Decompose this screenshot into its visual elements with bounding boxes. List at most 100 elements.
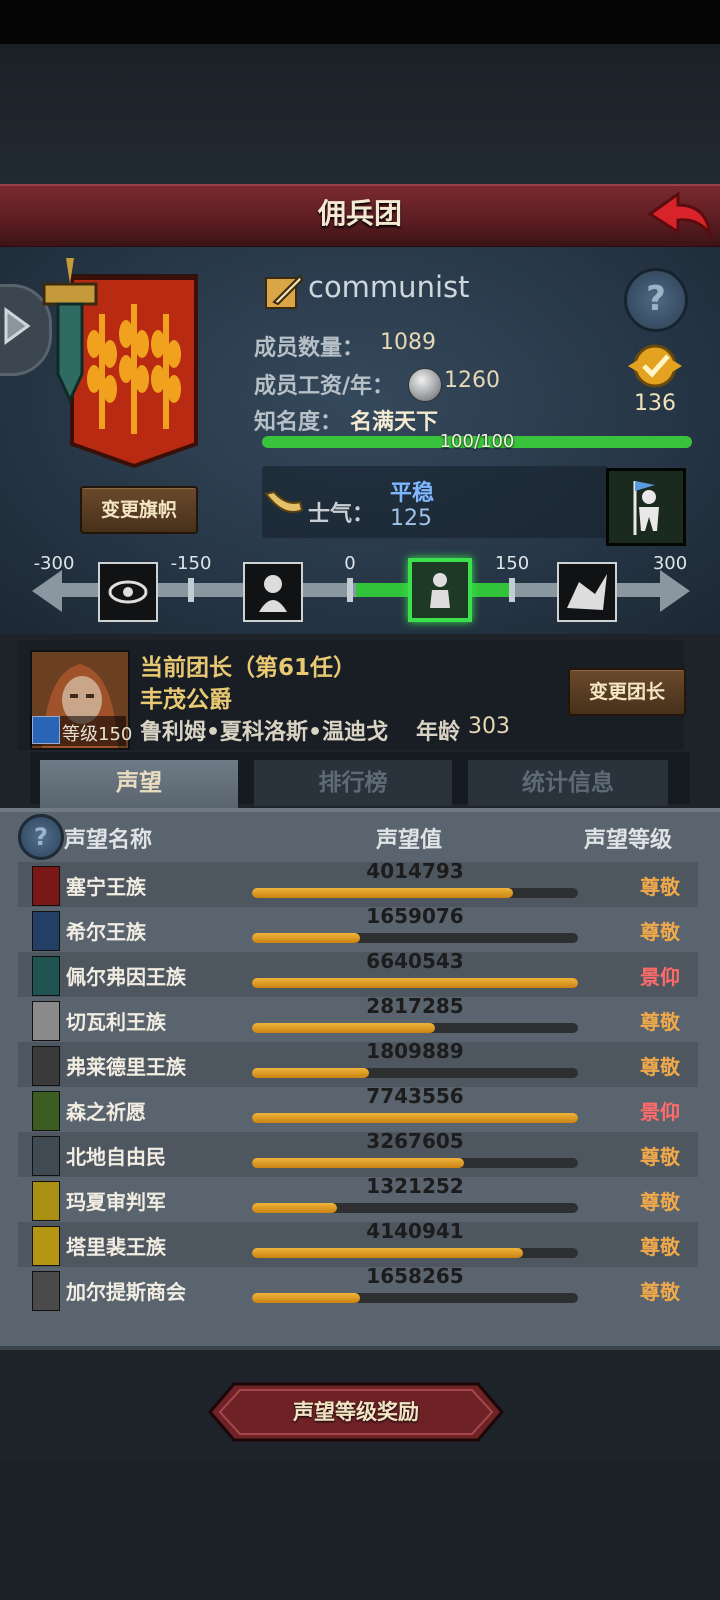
reputation-value: 1658265 xyxy=(366,1264,464,1288)
rally-flag-icon[interactable] xyxy=(606,468,686,546)
reputation-value: 4140941 xyxy=(366,1219,464,1243)
reputation-value: 1809889 xyxy=(366,1039,464,1063)
reputation-help-icon[interactable]: ? xyxy=(18,814,64,860)
reputation-level: 尊敬 xyxy=(640,920,680,944)
column-header-value: 声望值 xyxy=(376,828,443,853)
faction-crest-icon xyxy=(32,1091,60,1131)
sword-icon xyxy=(32,716,60,744)
reputation-row[interactable]: 佩尔弗因王族 6640543 景仰 xyxy=(18,949,698,997)
commander-name: 鲁利姆•夏科洛斯•温迪戈 xyxy=(140,720,389,745)
faction-name: 弗莱德里王族 xyxy=(66,1055,186,1079)
faction-name: 塔里裴王族 xyxy=(66,1235,166,1259)
scale-label: 0 xyxy=(344,553,356,574)
reputation-progress-bar xyxy=(252,1113,578,1123)
scale-label: 150 xyxy=(494,553,530,574)
reputation-progress-bar xyxy=(252,1293,578,1303)
reputation-level: 景仰 xyxy=(640,965,680,989)
wage-value: 1260 xyxy=(444,368,500,393)
reputation-progress-fill xyxy=(252,1068,370,1078)
reputation-progress-bar xyxy=(252,933,578,943)
tab-statistics[interactable]: 统计信息 xyxy=(468,760,668,806)
reputation-progress-bar xyxy=(252,1248,578,1258)
faction-crest-icon xyxy=(32,1271,60,1311)
column-header-name: 声望名称 xyxy=(64,828,153,853)
faction-name: 塞宁王族 xyxy=(66,875,146,899)
faction-name: 希尔王族 xyxy=(66,920,146,944)
help-icon[interactable]: ? xyxy=(624,268,688,332)
morale-label: 士气： xyxy=(308,502,375,527)
reputation-row[interactable]: 森之祈愿 7743556 景仰 xyxy=(18,1084,698,1132)
reputation-row[interactable]: 塔里裴王族 4140941 尊敬 xyxy=(18,1219,698,1267)
chevron-right-icon xyxy=(4,307,31,345)
reputation-row[interactable]: 塞宁王族 4014793 尊敬 xyxy=(18,859,698,907)
scale-tick xyxy=(188,578,194,602)
scale-label: -150 xyxy=(170,553,212,574)
top-background xyxy=(0,44,720,184)
reputation-row[interactable]: 弗莱德里王族 1809889 尊敬 xyxy=(18,1039,698,1087)
reputation-progress-fill xyxy=(252,1023,435,1033)
reputation-level: 尊敬 xyxy=(640,1055,680,1079)
faction-name: 玛夏审判军 xyxy=(66,1190,166,1214)
reputation-progress-fill xyxy=(252,1293,360,1303)
reputation-progress-fill xyxy=(252,978,578,988)
faction-name: 切瓦利王族 xyxy=(66,1010,166,1034)
members-count: 1089 xyxy=(380,330,436,355)
commander-age: 303 xyxy=(468,714,510,739)
status-bar xyxy=(0,0,720,44)
edit-name-icon[interactable] xyxy=(264,272,304,312)
scale-tick xyxy=(347,578,353,602)
reputation-row[interactable]: 切瓦利王族 2817285 尊敬 xyxy=(18,994,698,1042)
horn-icon xyxy=(264,490,304,513)
reputation-value: 2817285 xyxy=(366,994,464,1018)
faction-crest-icon xyxy=(32,1001,60,1041)
faction-crest-icon xyxy=(32,1181,60,1221)
silver-coin-icon xyxy=(408,368,442,402)
faction-crest-icon xyxy=(32,911,60,951)
guild-level-badge-icon[interactable] xyxy=(624,340,686,392)
faction-crest-icon xyxy=(32,1226,60,1266)
reputation-value: 4014793 xyxy=(366,859,464,883)
faction-crest-icon xyxy=(32,1046,60,1086)
reputation-progress-bar xyxy=(252,1158,578,1168)
back-arrow-icon[interactable] xyxy=(644,190,714,238)
morale-stage-eye-icon[interactable] xyxy=(98,562,158,622)
reputation-level: 尊敬 xyxy=(640,1190,680,1214)
fame-progress-text: 100/100 xyxy=(439,431,515,452)
reputation-progress-bar xyxy=(252,978,578,988)
faction-crest-icon xyxy=(32,956,60,996)
change-commander-button[interactable]: 变更团长 xyxy=(568,668,686,716)
reputation-level: 景仰 xyxy=(640,1100,680,1124)
morale-stage-despair-icon[interactable] xyxy=(243,562,303,622)
bottom-background xyxy=(0,1462,720,1600)
reputation-level: 尊敬 xyxy=(640,1235,680,1259)
reputation-progress-fill xyxy=(252,1248,523,1258)
faction-name: 加尔提斯商会 xyxy=(66,1280,186,1304)
reputation-progress-fill xyxy=(252,1203,337,1213)
reputation-progress-bar xyxy=(252,1068,578,1078)
reputation-level: 尊敬 xyxy=(640,875,680,899)
reputation-row[interactable]: 加尔提斯商会 1658265 尊敬 xyxy=(18,1264,698,1312)
morale-stage-calm-icon[interactable] xyxy=(408,558,472,622)
change-flag-button[interactable]: 变更旗帜 xyxy=(80,486,198,534)
scale-label: -300 xyxy=(33,553,75,574)
morale-state: 平稳 xyxy=(390,481,435,506)
tab-reputation[interactable]: 声望 xyxy=(40,760,238,808)
reputation-value: 1321252 xyxy=(366,1174,464,1198)
reputation-row[interactable]: 希尔王族 1659076 尊敬 xyxy=(18,904,698,952)
faction-name: 佩尔弗因王族 xyxy=(66,965,186,989)
reputation-progress-fill xyxy=(252,933,360,943)
reputation-row[interactable]: 玛夏审判军 1321252 尊敬 xyxy=(18,1174,698,1222)
reputation-value: 6640543 xyxy=(366,949,464,973)
commander-rank: 丰茂公爵 xyxy=(140,687,232,713)
tab-ranking[interactable]: 排行榜 xyxy=(254,760,452,806)
morale-value: 125 xyxy=(390,506,432,531)
reputation-row[interactable]: 北地自由民 3267605 尊敬 xyxy=(18,1129,698,1177)
reputation-level: 尊敬 xyxy=(640,1145,680,1169)
scale-label: 300 xyxy=(652,553,688,574)
reputation-progress-fill xyxy=(252,1113,578,1123)
morale-stage-battle-icon[interactable] xyxy=(557,562,617,622)
column-header-level: 声望等级 xyxy=(584,828,673,853)
faction-crest-icon xyxy=(32,866,60,906)
reputation-progress-bar xyxy=(252,888,578,898)
commander-level: 等级150 xyxy=(62,724,133,745)
